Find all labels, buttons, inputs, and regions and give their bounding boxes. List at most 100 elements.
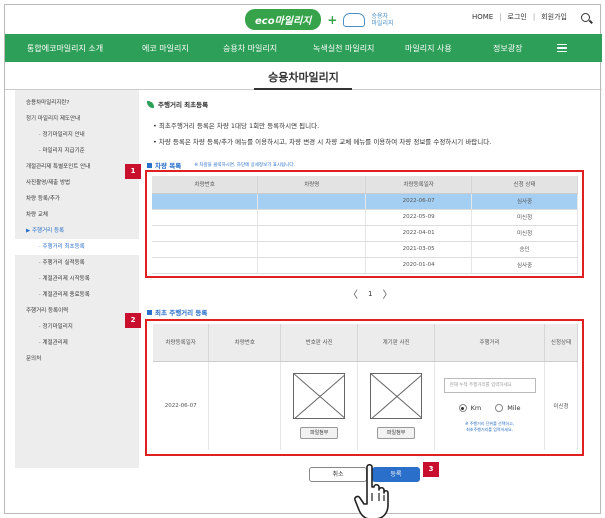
mileage-note: ※ 주행거리 단위를 선택하고, 최초주행거리를 입력하세요. xyxy=(465,421,515,433)
sidebar-item[interactable]: 문의처 xyxy=(15,351,139,367)
prev-page-icon[interactable]: 〈 xyxy=(348,286,358,301)
radio-selected-icon[interactable] xyxy=(458,404,467,413)
page-title: 승용차마일리지 xyxy=(268,71,339,84)
column-header: 차량등록일자 xyxy=(153,324,210,362)
sidebar-subitem[interactable]: · 정기마일리지 안내 xyxy=(15,127,139,143)
separator: | xyxy=(499,13,502,21)
sidebar-subitem-initial-register[interactable]: · 주행거리 최초등록 xyxy=(15,239,139,255)
initial-mileage-heading: 최초 주행거리 등록 xyxy=(147,307,207,317)
sidebar-item[interactable]: 차량 등록/추가 xyxy=(15,191,139,207)
image-placeholder-icon xyxy=(370,372,423,419)
unit-km-option[interactable]: Km xyxy=(458,404,481,413)
menu-icon[interactable] xyxy=(557,44,567,52)
cell-date: 2020-01-04 xyxy=(365,257,473,274)
step-badge-2: 2 xyxy=(125,313,141,328)
table-row[interactable]: 2022-05-09 미신청 xyxy=(152,209,578,226)
logo-subtitle: 승용차 마일리지 xyxy=(371,12,394,27)
column-header: 차량번호 xyxy=(208,324,282,362)
sidebar-subitem[interactable]: · 마일리지 지급기준 xyxy=(15,143,139,159)
table-row[interactable]: 2022-06-07 심사중 xyxy=(152,193,578,210)
mileage-input[interactable]: 현재 누적 주행거리를 입력하세요 xyxy=(443,378,536,394)
cell-plate xyxy=(152,241,259,258)
unit-mile-option[interactable]: Mile xyxy=(495,404,521,413)
eco-logo: eco마일리지 xyxy=(245,9,322,30)
vehicle-table: 차량번호 차량명 차량등록일자 신청 상태 2022-06-07 심사중 202… xyxy=(152,176,578,274)
login-link[interactable]: 로그인 xyxy=(508,12,527,22)
dashboard-photo-attach-button[interactable]: 파일첨부 xyxy=(377,426,416,439)
signup-link[interactable]: 회원가입 xyxy=(541,12,567,22)
cell-name xyxy=(257,193,367,210)
cell-plate xyxy=(152,209,259,226)
sidebar-subitem[interactable]: · 계절관리제 시작등록 xyxy=(15,271,139,287)
column-header: 신청상태 xyxy=(544,324,578,362)
table-row[interactable]: 2022-04-01 미신청 xyxy=(152,225,578,242)
sidebar-subitem[interactable]: · 주행거리 실적등록 xyxy=(15,255,139,271)
sidebar-item[interactable]: 승용차마일리지란? xyxy=(15,95,139,111)
cell-status: 미신청 xyxy=(471,209,578,226)
sidebar-item[interactable]: 주행거리 등록이력 xyxy=(15,303,139,319)
nav-item-car-mileage[interactable]: 승용차 마일리지 xyxy=(223,43,277,54)
cell-date: 2022-04-01 xyxy=(365,225,473,242)
home-link[interactable]: HOME xyxy=(472,13,493,21)
table-row[interactable]: 2020-01-04 심사중 xyxy=(152,257,578,274)
search-icon[interactable] xyxy=(581,12,590,22)
sidebar-subitem[interactable]: · 정기마일리지 xyxy=(15,319,139,335)
column-header: 계기판 사진 xyxy=(357,324,436,362)
cell-plate xyxy=(152,193,259,210)
vehicle-list-title: 차량 목록 xyxy=(155,162,182,170)
cell-plate xyxy=(208,361,282,450)
leaf-icon xyxy=(147,100,154,108)
sidebar-subitem[interactable]: · 계절관리제 종료등록 xyxy=(15,287,139,303)
nav-item-info[interactable]: 정보광장 xyxy=(493,43,522,54)
cell-name xyxy=(257,257,367,274)
image-placeholder-icon xyxy=(293,372,346,419)
separator: | xyxy=(532,13,536,21)
vehicle-list-hint: ※ 차량을 클릭하시면, 하단에 상세정보가 표시됩니다. xyxy=(194,163,295,168)
cell-status: 미신청 xyxy=(544,361,578,450)
nav-item-eco-mileage[interactable]: 에코 마일리지 xyxy=(142,43,189,54)
radio-icon[interactable] xyxy=(495,404,504,413)
section-heading-text: 주행거리 최초등록 xyxy=(158,101,209,109)
column-header: 차량명 xyxy=(257,176,367,194)
sidebar: 승용차마일리지란? 정기 마일리지 제도안내 · 정기마일리지 안내 · 마일리… xyxy=(15,90,139,468)
square-bullet-icon xyxy=(147,162,152,168)
notice-text: • 최초주행거리 등록은 차량 1대당 1회만 등록하시면 됩니다. xyxy=(153,122,320,130)
title-underline xyxy=(254,88,352,90)
table-row: 2022-06-07 파일첨부 파일첨부 현재 누적 주행거리를 입력하세요 K… xyxy=(153,361,578,450)
nav-item-intro[interactable]: 통합에코마일리지 소개 xyxy=(27,43,103,54)
cell-name xyxy=(257,209,367,226)
sidebar-subitem[interactable]: · 계절관리제 xyxy=(15,335,139,351)
cell-status: 미신청 xyxy=(471,225,578,242)
plate-photo-cell: 파일첨부 xyxy=(280,361,359,450)
unit-mile-label: Mile xyxy=(507,404,521,413)
pagination: 〈 1 〉 xyxy=(348,286,392,302)
nav-item-mileage-use[interactable]: 마일리지 사용 xyxy=(405,43,452,54)
browser-frame: eco마일리지 + 승용차 마일리지 HOME | 로그인 | 회원가입 통합에… xyxy=(4,4,602,518)
column-header: 차량번호 xyxy=(152,176,259,194)
cell-status: 승인 xyxy=(471,241,578,258)
top-bar: eco마일리지 + 승용차 마일리지 HOME | 로그인 | 회원가입 xyxy=(5,5,602,35)
column-header: 신청 상태 xyxy=(471,176,578,194)
cell-name xyxy=(257,225,367,242)
sidebar-item[interactable]: 개절관리제 특별포인트 안내 xyxy=(15,159,139,175)
sidebar-item[interactable]: 차량 교체 xyxy=(15,207,139,223)
sidebar-item[interactable]: 사진촬영/제출 방법 xyxy=(15,175,139,191)
section-heading: 주행거리 최초등록 xyxy=(147,99,208,109)
logo-plus: + xyxy=(327,12,338,27)
pointer-hand-icon xyxy=(354,463,389,518)
sidebar-item[interactable]: 정기 마일리지 제도안내 xyxy=(15,111,139,127)
sidebar-item-mileage-register[interactable]: ▶ 주행거리 등록 xyxy=(15,223,139,239)
page-number[interactable]: 1 xyxy=(368,290,372,298)
car-icon xyxy=(343,12,366,27)
next-page-icon[interactable]: 〉 xyxy=(382,286,392,301)
cell-plate xyxy=(152,257,259,274)
main-nav: 통합에코마일리지 소개 에코 마일리지 승용차 마일리지 녹색실천 마일리지 마… xyxy=(5,34,602,62)
dashboard-photo-cell: 파일첨부 xyxy=(357,361,436,450)
column-header: 주행거리 xyxy=(434,324,546,362)
table-row[interactable]: 2021-03-05 승인 xyxy=(152,241,578,258)
cell-name xyxy=(257,241,367,258)
plate-photo-attach-button[interactable]: 파일첨부 xyxy=(300,426,339,439)
nav-item-green-mileage[interactable]: 녹색실천 마일리지 xyxy=(313,43,374,54)
site-logo[interactable]: eco마일리지 + 승용차 마일리지 xyxy=(245,9,394,30)
square-bullet-icon xyxy=(147,309,152,315)
